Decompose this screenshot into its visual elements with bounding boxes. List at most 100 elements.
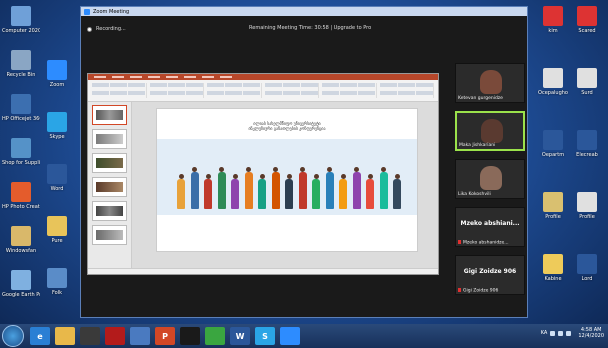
taskbar-ie-icon[interactable]: e (30, 327, 50, 345)
taskbar-chrome-icon[interactable] (205, 327, 225, 345)
slide-thumbnail[interactable] (92, 201, 127, 221)
desktop-icon-label: Ocepalugho (538, 90, 568, 96)
zoom-meeting-window: Zoom Meeting Recording... Remaining Meet… (80, 6, 528, 318)
illustration-head (327, 167, 332, 172)
desktop-icon[interactable]: Word (38, 164, 76, 192)
desktop-icon[interactable]: Surd (568, 68, 606, 96)
desktop-icon-label: Computer 2020 (2, 28, 40, 34)
participant-tile[interactable]: Maka Jishkariani (455, 111, 525, 151)
desktop-icon[interactable]: Recycle Bin (2, 50, 40, 78)
remaining-time-text[interactable]: Remaining Meeting Time: 30:58 | Upgrade … (249, 25, 371, 31)
illustration-head (192, 167, 197, 172)
app-icon (577, 6, 597, 26)
participant-tile[interactable]: Ketevan gurgenidze (455, 63, 525, 103)
desktop-icon-label: HP Photo Creations (2, 204, 40, 210)
illustration-person (298, 172, 307, 209)
illustration-head (232, 174, 238, 179)
taskbar-media-icon[interactable] (80, 327, 100, 345)
app-icon (47, 112, 67, 132)
recording-icon[interactable] (87, 26, 92, 32)
taskbar-acrobat-icon[interactable] (105, 327, 125, 345)
participant-tile[interactable]: Gigi Zoidze 906 Gigi Zoidze 906 (455, 255, 525, 295)
windows-taskbar: e P WS KA 4:58 AM 12/4/2020 (0, 324, 608, 348)
start-button[interactable] (2, 325, 24, 347)
slide-thumbnail[interactable] (92, 105, 127, 125)
slide-title-line2: ინკლუზიური განათლების კონფერენცია (248, 126, 326, 131)
ribbon-toolbar[interactable] (88, 80, 438, 102)
taskbar-zoom-icon[interactable] (280, 327, 300, 345)
slide-thumbnail[interactable] (92, 177, 127, 197)
muted-mic-icon (458, 287, 461, 292)
desktop-icon[interactable]: Scared (568, 6, 606, 34)
shared-screen-powerpoint[interactable]: ილიას სახელმწიფო უნივერსიტეტი ინკლუზიური… (87, 73, 439, 275)
slide-thumbnail[interactable] (92, 129, 127, 149)
illustration-head (205, 174, 211, 179)
taskbar-skype2-icon[interactable]: S (255, 327, 275, 345)
desktop-icon[interactable]: Windowsfan (2, 226, 40, 254)
app-icon (47, 216, 67, 236)
slide-canvas: ილიას სახელმწიფო უნივერსიტეტი ინკლუზიური… (132, 102, 438, 268)
zoom-window-title: Zoom Meeting (93, 8, 130, 15)
taskbar-skype-icon[interactable] (180, 327, 200, 345)
participant-name-large: Mzeko abshiani... (460, 220, 520, 227)
desktop-icon[interactable]: Lord (568, 254, 606, 282)
desktop-icon[interactable]: Computer 2020 (2, 6, 40, 34)
zoom-topbar: Recording... Remaining Meeting Time: 30:… (81, 16, 527, 42)
desktop-icon-label: Google Earth Pro (2, 292, 40, 298)
taskbar-paint-icon[interactable] (130, 327, 150, 345)
illustration-head (340, 174, 346, 179)
flag-icon[interactable] (566, 330, 572, 336)
desktop-icon[interactable]: Elecreab (568, 130, 606, 158)
desktop-icon[interactable]: HP Officejet 3600 series (2, 94, 40, 122)
desktop-icon[interactable]: Pure (38, 216, 76, 244)
taskbar-apps: e P WS (30, 327, 305, 345)
desktop-icon-label: Pure (51, 238, 63, 244)
diverse-people-illustration (157, 139, 417, 215)
desktop-icon[interactable]: Profile (534, 192, 572, 220)
desktop-icon[interactable]: Ocepalugho (534, 68, 572, 96)
illustration-head (178, 174, 184, 179)
language-indicator[interactable]: KA (541, 330, 548, 336)
desktop-icon[interactable]: Skype (38, 112, 76, 140)
illustration-person (352, 172, 361, 209)
participant-tile[interactable]: Mzeko abshiani... Mzeko abshanidze... (455, 207, 525, 247)
illustration-head (381, 167, 386, 172)
muted-mic-icon (458, 239, 461, 244)
recording-label[interactable]: Recording... (96, 26, 126, 32)
desktop-icon[interactable]: kim (534, 6, 572, 34)
desktop-icon[interactable]: Profile (568, 192, 606, 220)
desktop-icon-label: Word (50, 186, 64, 192)
illustration-person (204, 179, 212, 209)
slide-thumbnail[interactable] (92, 153, 127, 173)
app-icon (11, 226, 31, 246)
desktop-icon[interactable]: HP Photo Creations (2, 182, 40, 210)
illustration-person (325, 172, 334, 209)
illustration-person (231, 179, 239, 209)
taskbar-word-icon[interactable]: W (230, 327, 250, 345)
desktop-icon[interactable]: Folk (38, 268, 76, 296)
current-slide[interactable]: ილიას სახელმწიფო უნივერსიტეტი ინკლუზიური… (156, 108, 418, 252)
zoom-titlebar: Zoom Meeting (81, 7, 527, 16)
taskbar-powerpoint-icon[interactable]: P (155, 327, 175, 345)
participant-name-small: Mzeko abshanidze... (463, 240, 509, 245)
slide-thumbnails-panel[interactable] (88, 102, 132, 268)
desktop-icon[interactable]: Kabine (534, 254, 572, 282)
slide-thumbnail[interactable] (92, 225, 127, 245)
desktop-icon[interactable]: Shop for Supplies (2, 138, 40, 166)
participant-name: Gigi Zoidze 906 (458, 287, 499, 293)
network-icon[interactable] (550, 330, 556, 336)
illustration-person (393, 179, 401, 209)
taskbar-explorer-icon[interactable] (55, 327, 75, 345)
participant-name-small: Gigi Zoidze 906 (463, 288, 499, 293)
clock[interactable]: 4:58 AM 12/4/2020 (578, 327, 604, 339)
volume-icon[interactable] (558, 330, 564, 336)
desktop-icon-label: Profile (545, 214, 561, 220)
illustration-person (244, 172, 253, 209)
app-icon (577, 254, 597, 274)
desktop-icon[interactable]: Zoom (38, 60, 76, 88)
participant-tile[interactable]: Lika Kokoshvili (455, 159, 525, 199)
desktop-icon[interactable]: Oepartm (534, 130, 572, 158)
desktop-icon[interactable]: Google Earth Pro (2, 270, 40, 298)
illustration-head (313, 174, 319, 179)
illustration-person (366, 179, 374, 209)
